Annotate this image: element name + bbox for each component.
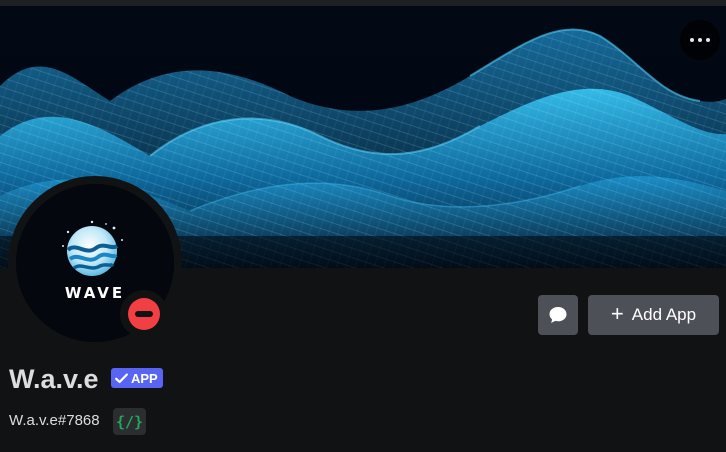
add-app-button[interactable]: + Add App bbox=[588, 295, 719, 335]
user-profile-popout: WAVE + Add App W.a.v.e APP W.a.v.e#7868 … bbox=[0, 0, 726, 452]
slash-commands-badge[interactable]: {/} bbox=[113, 408, 146, 435]
more-options-button[interactable] bbox=[680, 20, 720, 60]
app-tag-label: APP bbox=[131, 370, 158, 386]
plus-icon: + bbox=[610, 301, 624, 326]
display-name: W.a.v.e bbox=[9, 364, 99, 394]
verified-check-icon bbox=[115, 373, 128, 383]
message-button[interactable] bbox=[538, 295, 578, 335]
status-dnd-icon bbox=[128, 298, 160, 330]
username: W.a.v.e#7868 bbox=[9, 412, 100, 429]
more-horizontal-icon bbox=[690, 38, 710, 42]
add-app-label: Add App bbox=[631, 305, 697, 324]
chat-bubble-icon bbox=[549, 307, 567, 323]
app-bot-tag: APP bbox=[111, 368, 163, 388]
